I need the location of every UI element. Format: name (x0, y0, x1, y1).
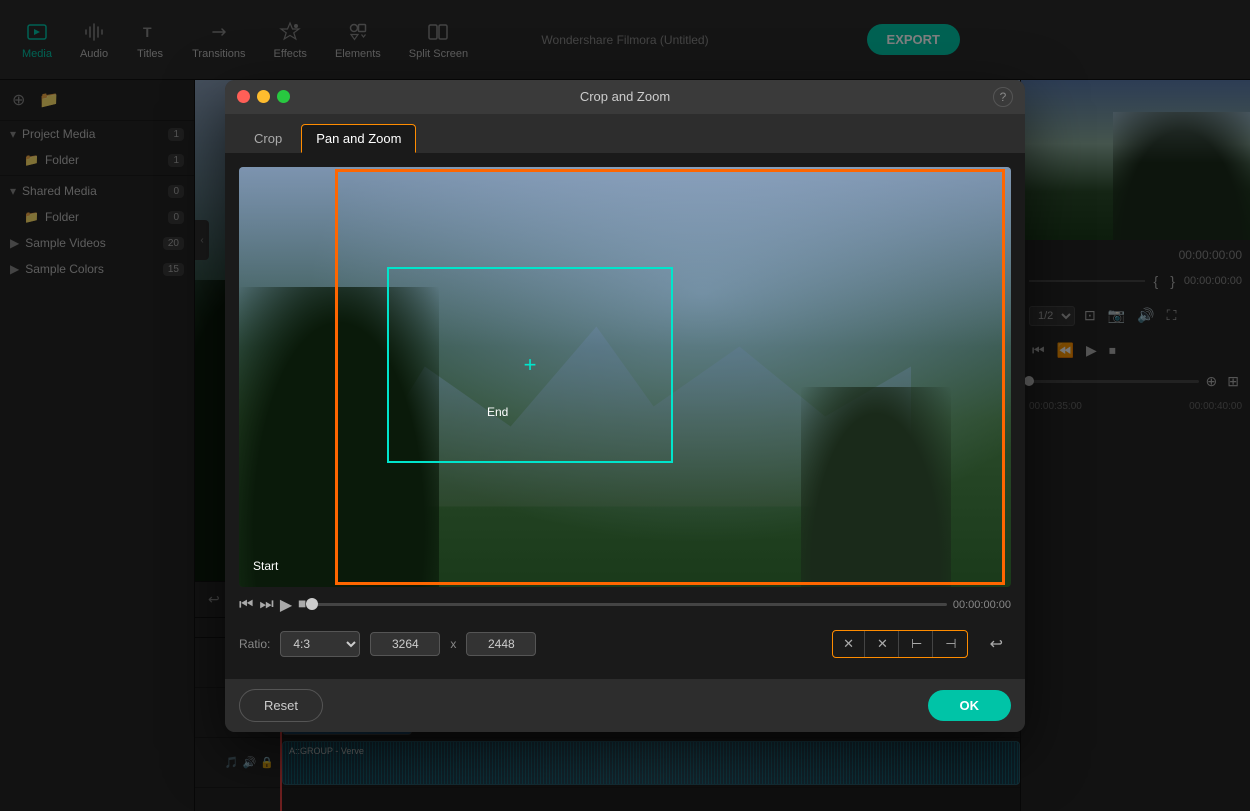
maximize-button[interactable] (277, 90, 290, 103)
help-button[interactable]: ? (993, 87, 1013, 107)
dialog-play-button[interactable]: ▶ (280, 595, 292, 615)
dialog-tabs: Crop Pan and Zoom (225, 114, 1025, 153)
dialog-prev-button[interactable]: ⏮ (239, 596, 253, 614)
ratio-select[interactable]: 4:3 16:9 1:1 Custom (280, 631, 360, 657)
dialog-playback: ⏮ ⏭ ▶ ⏹ 00:00:00:00 (239, 587, 1011, 623)
reset-button[interactable]: Reset (239, 689, 323, 722)
x-separator: x (450, 637, 456, 651)
dialog-progress-bar[interactable] (312, 603, 947, 606)
modal-overlay: Crop and Zoom ? Crop Pan and Zoom (0, 0, 1250, 811)
dialog-progress-dot (306, 598, 318, 610)
align-buttons: ✕ ✕ ⊢ ⊣ (832, 630, 967, 658)
dialog-footer: Reset OK (225, 679, 1025, 732)
width-input[interactable]: 3264 (370, 632, 440, 656)
dialog-title: Crop and Zoom (580, 89, 670, 104)
video-preview: + Start End (239, 167, 1011, 587)
tree-left (239, 287, 439, 587)
dialog-content: + Start End ⏮ ⏭ ▶ ⏹ 00:00:00:00 Ra (225, 153, 1025, 679)
end-label: End (487, 405, 508, 419)
ok-button[interactable]: OK (928, 690, 1012, 721)
tab-pan-zoom[interactable]: Pan and Zoom (301, 124, 416, 153)
dialog-time: 00:00:00:00 (953, 599, 1011, 611)
align-right-button[interactable]: ⊣ (935, 631, 966, 657)
ratio-row: Ratio: 4:3 16:9 1:1 Custom 3264 x 2448 ✕… (239, 623, 1011, 665)
tree-right (801, 387, 951, 587)
align-center-v-button[interactable]: ✕ (867, 631, 899, 657)
start-label: Start (253, 559, 278, 573)
height-input[interactable]: 2448 (466, 632, 536, 656)
align-center-h-button[interactable]: ✕ (833, 631, 865, 657)
dialog-step-button[interactable]: ⏭ (259, 596, 273, 614)
dialog-titlebar: Crop and Zoom ? (225, 80, 1025, 114)
crop-dialog: Crop and Zoom ? Crop Pan and Zoom (225, 80, 1025, 732)
dialog-stop-button[interactable]: ⏹ (298, 596, 306, 614)
tab-crop[interactable]: Crop (239, 124, 297, 153)
align-left-button[interactable]: ⊢ (901, 631, 933, 657)
ratio-label: Ratio: (239, 637, 270, 651)
close-button[interactable] (237, 90, 250, 103)
traffic-lights (237, 90, 290, 103)
flip-button[interactable]: ↩ (982, 629, 1011, 659)
minimize-button[interactable] (257, 90, 270, 103)
